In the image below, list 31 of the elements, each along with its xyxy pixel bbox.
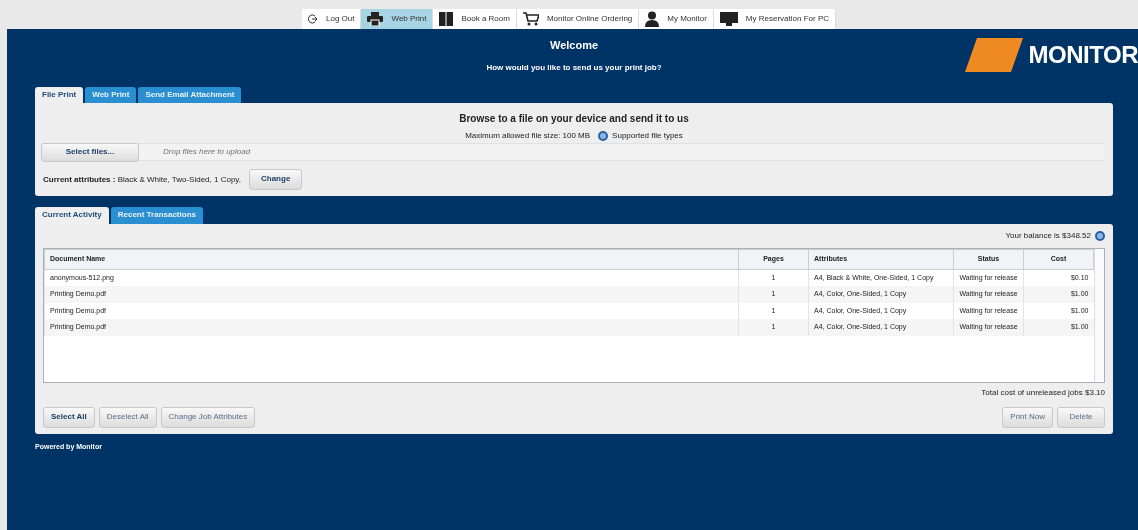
upload-heading: Browse to a file on your device and send it to us <box>458 112 690 127</box>
nav-link[interactable]: My Monitor <box>639 9 714 29</box>
logout-icon <box>308 14 318 24</box>
printer-icon <box>367 12 384 26</box>
max-size-text: Maximum allowed file size: 100 MB <box>465 130 591 143</box>
total-cost-text: Total cost of unreleased jobs $3.10 <box>980 387 1105 400</box>
nav-link[interactable]: My Reservation For PC <box>713 9 836 29</box>
change-button[interactable]: Change <box>249 169 303 191</box>
nav-link[interactable]: Book a Room <box>433 9 517 29</box>
nav-link[interactable]: Log Out <box>302 9 362 29</box>
help-icon <box>598 131 609 142</box>
logo-icon <box>964 38 1023 72</box>
logo-text: MONITOR <box>1028 40 1138 70</box>
cart-icon <box>522 12 539 26</box>
action-button[interactable]: Select All <box>43 407 95 428</box>
drop-hint: Drop files here to upload <box>163 146 251 159</box>
supported-types-link[interactable]: Supported file types <box>612 130 683 143</box>
nav-link[interactable]: Web Print <box>361 9 434 29</box>
page-title: Welcome <box>548 38 600 53</box>
book-icon <box>439 12 454 26</box>
help-icon <box>1095 231 1105 242</box>
person-icon <box>645 11 660 27</box>
attributes-text: Current attributes : Black & White, Two-Sided, 1 Copy, <box>43 173 241 186</box>
select-files-button[interactable]: Select files... <box>41 142 139 162</box>
monitor-icon <box>719 12 738 26</box>
nav-link[interactable]: Monitor Online Ordering <box>516 9 640 29</box>
page-subtitle: How would you like to send us your print job? <box>485 61 663 74</box>
tab[interactable]: File Print <box>35 86 84 104</box>
balance-text: Your balance is $348.52 <box>1005 230 1091 243</box>
tab[interactable]: Current Activity <box>35 207 109 225</box>
scrollbar[interactable] <box>1094 249 1104 383</box>
